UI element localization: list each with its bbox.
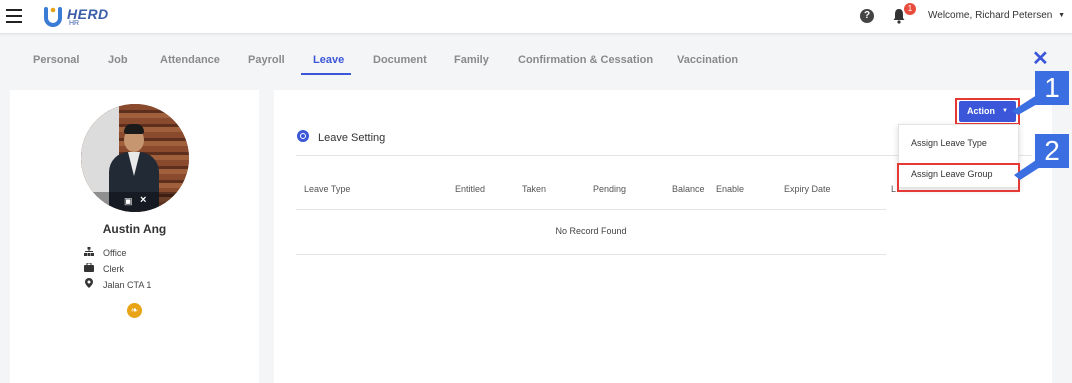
location-text: Jalan CTA 1	[103, 280, 152, 290]
user-menu[interactable]: Welcome, Richard Petersen ▼	[928, 10, 1065, 21]
empty-state-message: No Record Found	[555, 226, 627, 236]
help-icon[interactable]: ?	[860, 9, 874, 23]
step-callout-1: 1	[1035, 71, 1069, 105]
tab-vaccination[interactable]: Vaccination	[677, 54, 738, 66]
close-icon[interactable]: ✕	[1032, 49, 1049, 69]
column-header-expiry-date[interactable]: Expiry Date	[784, 184, 831, 194]
employee-location: Jalan CTA 1	[83, 278, 151, 290]
briefcase-icon	[83, 262, 95, 274]
tab-personal[interactable]: Personal	[33, 54, 79, 66]
map-pin-icon	[83, 278, 95, 290]
assign-leave-group-highlight	[897, 163, 1020, 192]
column-header-partial[interactable]: L	[891, 184, 896, 194]
table-bottom-divider	[296, 254, 886, 255]
column-header-entitled[interactable]: Entitled	[455, 184, 485, 194]
logo-subtext: HR	[69, 20, 80, 27]
hamburger-menu-icon[interactable]	[6, 9, 22, 23]
remove-photo-icon[interactable]: ×	[140, 194, 146, 206]
active-tab-indicator	[301, 73, 351, 75]
leaf-icon[interactable]: ❧	[127, 303, 142, 318]
column-header-pending[interactable]: Pending	[593, 184, 626, 194]
welcome-text: Welcome,	[928, 10, 973, 21]
avatar: ▣ ×	[81, 104, 189, 212]
tab-attendance[interactable]: Attendance	[160, 54, 220, 66]
column-header-taken[interactable]: Taken	[522, 184, 546, 194]
tab-family[interactable]: Family	[454, 54, 489, 66]
profile-tabs: Personal Job Attendance Payroll Leave Do…	[0, 34, 1072, 78]
column-header-balance[interactable]: Balance	[672, 184, 705, 194]
department-text: Office	[103, 248, 127, 258]
table-header-divider	[296, 209, 886, 210]
notification-badge: 1	[904, 3, 916, 15]
employee-position: Clerk	[83, 262, 125, 274]
avatar-actions-bar: ▣ ×	[81, 192, 189, 212]
section-title: Leave Setting	[318, 132, 386, 144]
column-header-leave-type[interactable]: Leave Type	[304, 184, 350, 194]
employee-department: Office	[83, 247, 126, 258]
tab-document[interactable]: Document	[373, 54, 427, 66]
menu-item-assign-leave-type[interactable]: Assign Leave Type	[911, 138, 987, 148]
tab-leave[interactable]: Leave	[313, 54, 344, 66]
action-button-highlight	[955, 98, 1020, 125]
step-callout-2: 2	[1035, 134, 1069, 168]
herd-logo-mark-icon	[44, 7, 62, 27]
employee-name: Austin Ang	[102, 222, 167, 236]
tab-confirmation-cessation[interactable]: Confirmation & Cessation	[518, 54, 653, 66]
avatar-photo-hair	[124, 124, 144, 134]
position-text: Clerk	[103, 264, 125, 274]
tab-payroll[interactable]: Payroll	[248, 54, 285, 66]
section-radio-icon	[297, 130, 309, 142]
top-bar: HERD HR ? 1 Welcome, Richard Petersen ▼	[0, 0, 1072, 34]
column-header-enable[interactable]: Enable	[716, 184, 744, 194]
employee-profile-card: ▣ × Austin Ang Office Clerk Jalan CTA 1 …	[10, 90, 259, 383]
image-icon[interactable]: ▣	[124, 196, 133, 207]
tab-job[interactable]: Job	[108, 54, 128, 66]
chevron-down-icon: ▼	[1058, 11, 1066, 19]
org-chart-icon	[83, 247, 95, 258]
user-name: Richard Petersen	[975, 10, 1053, 21]
